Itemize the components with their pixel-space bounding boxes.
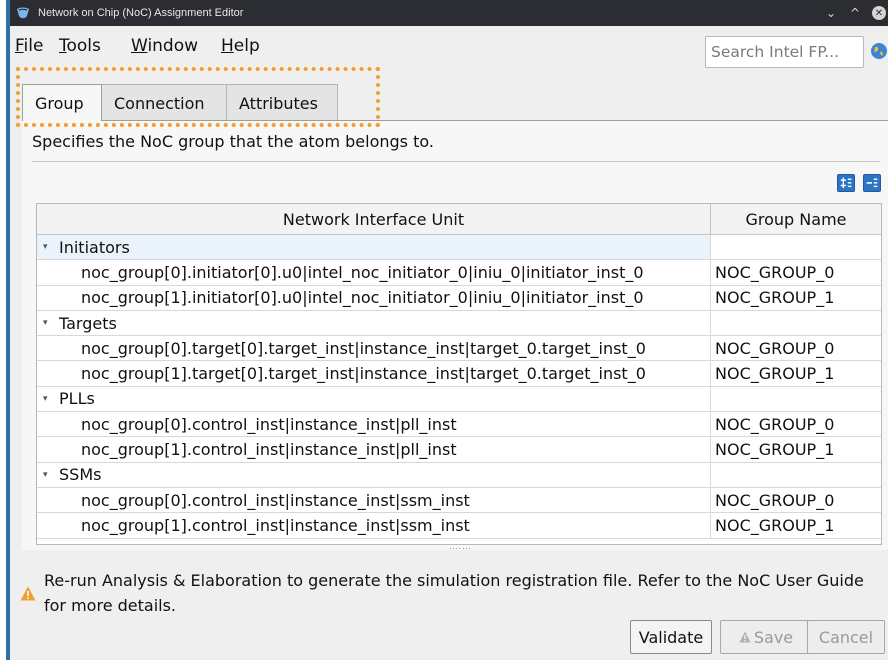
menu-file-mnemonic: F — [15, 36, 24, 56]
title-bar: Network on Chip (NoC) Assignment Editor … — [10, 0, 888, 26]
save-button[interactable]: Save — [720, 620, 812, 654]
group-name-cell[interactable]: NOC_GROUP_1 — [711, 361, 881, 385]
group-name-cell[interactable]: NOC_GROUP_1 — [711, 513, 881, 537]
menu-tools-mnemonic: T — [59, 36, 67, 56]
divider — [32, 161, 880, 162]
table-header: Network Interface Unit Group Name — [37, 204, 881, 235]
table-row[interactable]: noc_group[1].control_inst|instance_inst|… — [37, 513, 881, 539]
expand-caret-icon[interactable]: ▾ — [43, 242, 59, 252]
group-label-cell: ▾ Initiators — [37, 235, 711, 260]
group-name-cell[interactable]: NOC_GROUP_1 — [711, 437, 881, 461]
globe-icon[interactable] — [870, 42, 888, 60]
expand-caret-icon[interactable]: ▾ — [43, 470, 59, 480]
left-window-edge — [0, 0, 10, 660]
group-name-cell[interactable]: NOC_GROUP_0 — [711, 488, 881, 512]
niu-cell: noc_group[1].control_inst|instance_inst|… — [37, 513, 711, 538]
group-label-cell: ▾ PLLs — [37, 386, 711, 412]
warning-text: Re-run Analysis & Elaboration to generat… — [44, 571, 864, 615]
warning-icon — [20, 586, 36, 601]
cancel-button[interactable]: Cancel — [807, 620, 885, 654]
group-label: SSMs — [59, 465, 102, 485]
group-label: PLLs — [59, 389, 95, 409]
expand-all-icon[interactable] — [837, 174, 855, 192]
tab-attributes[interactable]: Attributes — [226, 84, 338, 120]
tab-bar: Group Connection Attributes — [22, 84, 338, 121]
maximize-chevron-up-icon[interactable]: ^ — [848, 6, 862, 20]
menu-file-label: ile — [23, 36, 44, 56]
minimize-chevron-down-icon[interactable]: ⌄ — [824, 6, 838, 20]
tab-group[interactable]: Group — [22, 84, 102, 121]
column-header-group-name[interactable]: Group Name — [711, 204, 881, 234]
table-row[interactable]: noc_group[0].control_inst|instance_inst|… — [37, 487, 881, 514]
group-name-cell[interactable]: NOC_GROUP_0 — [711, 260, 881, 284]
menu-window[interactable]: Window — [131, 36, 198, 56]
warning-message: Re-run Analysis & Elaboration to generat… — [10, 566, 888, 616]
group-label-cell: ▾ Targets — [37, 310, 711, 336]
niu-cell: noc_group[0].initiator[0].u0|intel_noc_i… — [37, 260, 711, 285]
niu-cell: noc_group[1].initiator[0].u0|intel_noc_i… — [37, 285, 711, 310]
tree-group-row-initiators[interactable]: ▾ Initiators — [37, 235, 881, 261]
menu-file[interactable]: File — [15, 36, 43, 56]
splitter-handle[interactable] — [450, 548, 470, 554]
table-row[interactable]: noc_group[0].target[0].target_inst|insta… — [37, 336, 881, 362]
niu-cell: noc_group[0].target[0].target_inst|insta… — [37, 336, 711, 361]
niu-cell: noc_group[1].target[0].target_inst|insta… — [37, 361, 711, 386]
tree-group-row-targets[interactable]: ▾ Targets — [37, 310, 881, 337]
tree-group-row-plls[interactable]: ▾ PLLs — [37, 386, 881, 413]
table-row[interactable]: noc_group[1].target[0].target_inst|insta… — [37, 361, 881, 387]
group-tab-panel: Specifies the NoC group that the atom be… — [22, 120, 888, 550]
niu-cell: noc_group[1].control_inst|instance_inst|… — [37, 437, 711, 462]
niu-group-table: Network Interface Unit Group Name ▾ Initi… — [36, 203, 882, 545]
menu-window-label: indow — [147, 36, 199, 56]
close-icon[interactable]: ✕ — [872, 6, 886, 20]
noc-assignment-editor-window: Network on Chip (NoC) Assignment Editor … — [10, 0, 888, 660]
table-row[interactable]: noc_group[1].initiator[0].u0|intel_noc_i… — [37, 285, 881, 311]
group-name-cell-empty — [711, 387, 881, 411]
menu-help-label: elp — [233, 36, 260, 56]
group-name-cell-empty — [711, 463, 881, 487]
expand-caret-icon[interactable]: ▾ — [43, 394, 59, 404]
group-label: Targets — [59, 313, 117, 333]
group-label-cell: ▾ SSMs — [37, 462, 711, 487]
column-header-niu[interactable]: Network Interface Unit — [37, 204, 711, 234]
group-name-cell[interactable]: NOC_GROUP_1 — [711, 286, 881, 310]
menu-tools[interactable]: Tools — [59, 36, 101, 56]
menu-help[interactable]: Help — [221, 36, 260, 56]
group-name-cell-empty — [711, 311, 881, 335]
menu-tools-label: ools — [66, 36, 101, 56]
validate-button[interactable]: Validate — [630, 620, 712, 654]
group-name-cell[interactable]: NOC_GROUP_0 — [711, 336, 881, 360]
window-controls: ⌄ ^ ✕ — [824, 6, 888, 20]
menu-window-mnemonic: W — [131, 36, 148, 56]
expand-caret-icon[interactable]: ▾ — [43, 318, 59, 328]
panel-description: Specifies the NoC group that the atom be… — [32, 132, 434, 151]
menu-bar: File Tools Window Help Search Intel FP..… — [10, 30, 888, 68]
niu-cell: noc_group[0].control_inst|instance_inst|… — [37, 487, 711, 513]
group-label: Initiators — [59, 237, 130, 257]
save-button-label: Save — [753, 627, 794, 647]
warning-icon — [739, 631, 751, 643]
niu-cell: noc_group[0].control_inst|instance_inst|… — [37, 412, 711, 437]
app-icon — [17, 7, 29, 19]
window-title: Network on Chip (NoC) Assignment Editor — [38, 7, 244, 19]
collapse-all-icon[interactable] — [863, 174, 881, 192]
table-row[interactable]: noc_group[0].control_inst|instance_inst|… — [37, 412, 881, 438]
group-name-cell-empty — [711, 235, 881, 259]
table-row[interactable]: noc_group[0].initiator[0].u0|intel_noc_i… — [37, 260, 881, 286]
menu-help-mnemonic: H — [221, 36, 234, 56]
tab-connection[interactable]: Connection — [101, 84, 227, 120]
search-input[interactable]: Search Intel FP... — [705, 36, 864, 68]
group-name-cell[interactable]: NOC_GROUP_0 — [711, 412, 881, 436]
table-row[interactable]: noc_group[1].control_inst|instance_inst|… — [37, 437, 881, 463]
tree-group-row-ssms[interactable]: ▾ SSMs — [37, 462, 881, 488]
